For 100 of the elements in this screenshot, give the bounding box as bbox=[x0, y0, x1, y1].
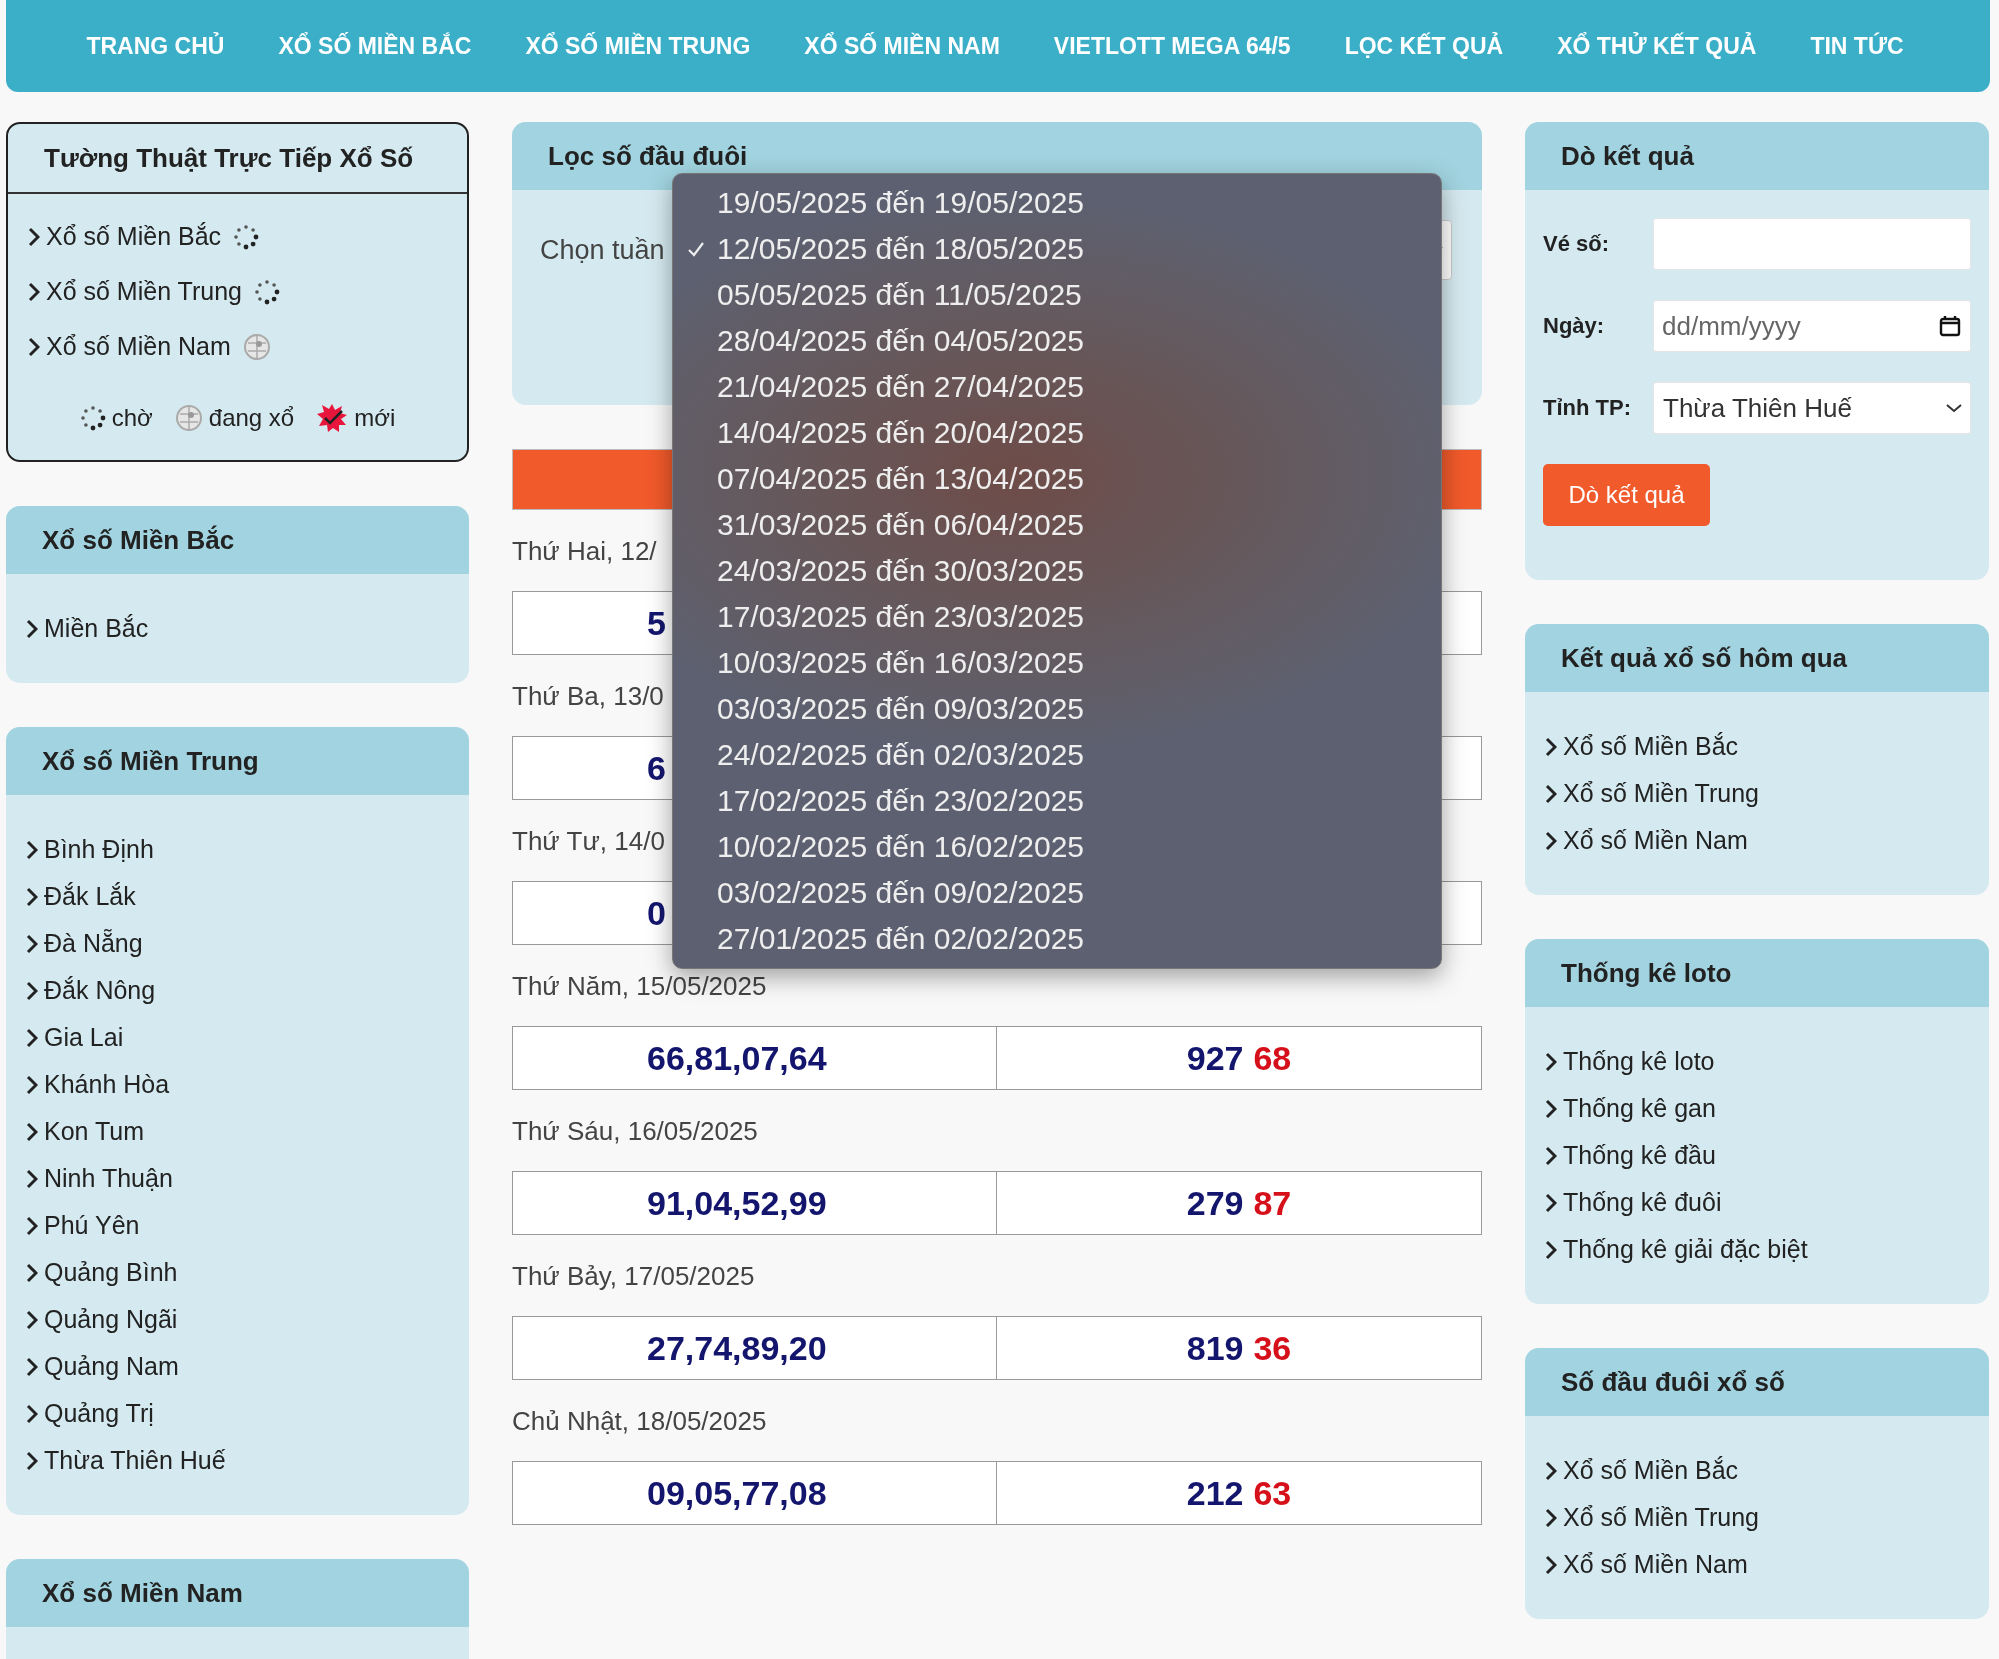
menu-link[interactable]: Ninh Thuận bbox=[44, 1164, 173, 1193]
chevron-right-icon bbox=[26, 1262, 38, 1283]
globe-icon bbox=[242, 332, 271, 361]
chevron-right-icon bbox=[1545, 736, 1557, 757]
day-label: Thứ Năm, 15/05/2025 bbox=[512, 970, 767, 1003]
chevron-right-icon bbox=[26, 1215, 38, 1236]
chevron-right-icon bbox=[26, 1356, 38, 1377]
day-label: Thứ Ba, 13/0 bbox=[512, 680, 664, 713]
chevron-right-icon bbox=[1545, 1239, 1557, 1260]
dropdown-option[interactable]: 27/01/2025 đến 02/02/2025 bbox=[673, 916, 1441, 962]
chevron-right-icon bbox=[26, 1168, 38, 1189]
chevron-right-icon bbox=[26, 1403, 38, 1424]
chevron-right-icon bbox=[26, 839, 38, 860]
menu-link[interactable]: Đắk Lắk bbox=[44, 882, 136, 911]
chevron-right-icon bbox=[26, 933, 38, 954]
chevron-right-icon bbox=[1545, 1507, 1557, 1528]
menu-link[interactable]: Thống kê giải đặc biệt bbox=[1563, 1235, 1808, 1264]
menu-link[interactable]: Thừa Thiên Huế bbox=[44, 1446, 226, 1475]
card-title: Xổ số Miền Bắc bbox=[6, 506, 469, 574]
menu-link[interactable]: Bình Định bbox=[44, 835, 154, 864]
field-label: Tỉnh TP: bbox=[1543, 395, 1632, 421]
field-label: Ngày: bbox=[1543, 313, 1606, 339]
card-title: Xổ số Miền Trung bbox=[6, 727, 469, 795]
menu-link[interactable]: Xổ số Miền Bắc bbox=[1563, 1456, 1739, 1485]
chevron-right-icon bbox=[1545, 1460, 1557, 1481]
chevron-right-icon bbox=[28, 226, 40, 247]
calendar-icon bbox=[1939, 315, 1961, 337]
dropdown-option[interactable]: 03/02/2025 đến 09/02/2025 bbox=[673, 870, 1441, 916]
special-result: 819 36 bbox=[1185, 1327, 1293, 1369]
card-title: Xổ số Miền Nam bbox=[6, 1559, 469, 1627]
special-result: 212 63 bbox=[1185, 1472, 1293, 1514]
ticket-input-field[interactable] bbox=[1653, 218, 1971, 270]
menu-link[interactable]: Xổ số Miền Trung bbox=[1563, 1503, 1759, 1532]
menu-link[interactable]: Miền Bắc bbox=[44, 614, 149, 643]
spinner-icon bbox=[233, 223, 260, 250]
field-label: Chọn tuần bbox=[540, 234, 665, 266]
dropdown-option[interactable]: 10/03/2025 đến 16/03/2025 bbox=[673, 640, 1441, 686]
chevron-right-icon bbox=[28, 336, 40, 357]
result-numbers: 66,81,07,64 bbox=[647, 1038, 827, 1078]
dropdown-option[interactable]: 05/05/2025 đến 11/05/2025 bbox=[673, 272, 1441, 318]
menu-link[interactable]: Xổ số Miền Bắc bbox=[1563, 732, 1739, 761]
menu-link[interactable]: Xổ số Miền Trung bbox=[46, 277, 242, 306]
menu-link[interactable]: Quảng Trị bbox=[44, 1399, 154, 1428]
date-input-field[interactable]: dd/mm/yyyy bbox=[1653, 300, 1971, 352]
chevron-right-icon bbox=[26, 1027, 38, 1048]
menu-link[interactable]: Xổ số Miền Bắc bbox=[46, 222, 222, 251]
chevron-right-icon bbox=[26, 1074, 38, 1095]
dropdown-option[interactable]: 31/03/2025 đến 06/04/2025 bbox=[673, 502, 1441, 548]
special-result: 279 87 bbox=[1185, 1182, 1293, 1224]
menu-link[interactable]: Kon Tum bbox=[44, 1117, 145, 1146]
field-label: Vé số: bbox=[1543, 231, 1611, 257]
dropdown-option[interactable]: 28/04/2025 đến 04/05/2025 bbox=[673, 318, 1441, 364]
legend-label: mới bbox=[354, 404, 396, 432]
result-numbers: 0 bbox=[647, 893, 666, 933]
day-label: Thứ Bảy, 17/05/2025 bbox=[512, 1260, 755, 1293]
dropdown-option[interactable]: 21/04/2025 đến 27/04/2025 bbox=[673, 364, 1441, 410]
result-numbers: 6 bbox=[647, 748, 666, 788]
dropdown-option[interactable]: 17/03/2025 đến 23/03/2025 bbox=[673, 594, 1441, 640]
result-numbers: 91,04,52,99 bbox=[647, 1183, 827, 1223]
chevron-right-icon bbox=[1545, 1098, 1557, 1119]
legend-label: đang xổ bbox=[208, 404, 295, 432]
dropdown-option[interactable]: 10/02/2025 đến 16/02/2025 bbox=[673, 824, 1441, 870]
menu-link[interactable]: Thống kê gan bbox=[1563, 1094, 1716, 1123]
day-label: Thứ Hai, 12/ bbox=[512, 535, 657, 568]
dropdown-option[interactable]: 24/02/2025 đến 02/03/2025 bbox=[673, 732, 1441, 778]
chevron-right-icon bbox=[1545, 830, 1557, 851]
menu-link[interactable]: Xổ số Miền Nam bbox=[1563, 1550, 1748, 1579]
dropdown-option[interactable]: 14/04/2025 đến 20/04/2025 bbox=[673, 410, 1441, 456]
menu-link[interactable]: Quảng Bình bbox=[44, 1258, 178, 1287]
dropdown-option[interactable]: 03/03/2025 đến 09/03/2025 bbox=[673, 686, 1441, 732]
menu-link[interactable]: Khánh Hòa bbox=[44, 1070, 170, 1099]
dropdown-option[interactable]: 12/05/2025 đến 18/05/2025 bbox=[673, 226, 1441, 272]
spinner-icon bbox=[253, 278, 280, 305]
menu-link[interactable]: Phú Yên bbox=[44, 1211, 140, 1240]
chevron-right-icon bbox=[1545, 1145, 1557, 1166]
menu-link[interactable]: Quảng Ngãi bbox=[44, 1305, 178, 1334]
special-result: 927 68 bbox=[1185, 1037, 1293, 1079]
dropdown-option[interactable]: 24/03/2025 đến 30/03/2025 bbox=[673, 548, 1441, 594]
legend-label: chờ bbox=[111, 404, 153, 432]
menu-link[interactable]: Đà Nẵng bbox=[44, 929, 143, 958]
menu-link[interactable]: Thống kê đầu bbox=[1563, 1141, 1716, 1170]
menu-link[interactable]: Xổ số Miền Trung bbox=[1563, 779, 1759, 808]
menu-link[interactable]: Đắk Nông bbox=[44, 976, 156, 1005]
province-select[interactable]: Thừa Thiên Huế bbox=[1653, 382, 1971, 434]
menu-link[interactable]: Thống kê đuôi bbox=[1563, 1188, 1722, 1217]
chevron-down-icon bbox=[1946, 403, 1962, 413]
menu-link[interactable]: Gia Lai bbox=[44, 1023, 124, 1052]
card-title: Kết quả xổ số hôm qua bbox=[1525, 624, 1989, 692]
chevron-right-icon bbox=[1545, 783, 1557, 804]
menu-link[interactable]: Thống kê loto bbox=[1563, 1047, 1715, 1076]
result-numbers: 09,05,77,08 bbox=[647, 1473, 827, 1513]
menu-link[interactable]: Xổ số Miền Nam bbox=[1563, 826, 1748, 855]
dropdown-option[interactable]: 07/04/2025 đến 13/04/2025 bbox=[673, 456, 1441, 502]
card-title: Số đầu đuôi xổ số bbox=[1525, 1348, 1989, 1416]
chevron-right-icon bbox=[26, 980, 38, 1001]
day-label: Chủ Nhật, 18/05/2025 bbox=[512, 1405, 767, 1438]
chevron-right-icon bbox=[1545, 1554, 1557, 1575]
dropdown-option[interactable]: 17/02/2025 đến 23/02/2025 bbox=[673, 778, 1441, 824]
menu-link[interactable]: Quảng Nam bbox=[44, 1352, 179, 1381]
menu-link[interactable]: Xổ số Miền Nam bbox=[46, 332, 231, 361]
